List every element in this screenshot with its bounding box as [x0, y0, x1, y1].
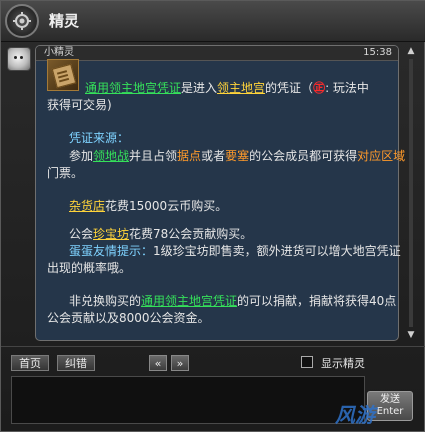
message-line-3: 凭证来源：	[69, 131, 130, 145]
link-treasure-shop[interactable]: 珍宝坊	[93, 227, 129, 241]
link-voucher-2[interactable]: 通用领主地宫凭证	[141, 294, 237, 308]
home-button[interactable]: 首页	[11, 355, 49, 371]
scroll-track[interactable]	[409, 59, 413, 327]
message-time: 15:38	[363, 47, 392, 58]
gear-emblem-icon	[5, 4, 39, 38]
next-page-button[interactable]: »	[171, 355, 189, 371]
message-line-8: 蛋蛋友情提示：1级珍宝坊即售卖，额外进货可以增大地宫凭证	[69, 244, 401, 258]
message-line-9: 出现的概率哦。	[47, 261, 132, 275]
report-button[interactable]: 纠错	[57, 355, 95, 371]
message-line-10: 非兑换购买的通用领主地宫凭证的可以捐献，捐献将获得40点	[69, 294, 397, 308]
window-title: 精灵	[49, 12, 80, 30]
divider	[1, 346, 425, 347]
chat-input[interactable]	[11, 376, 365, 424]
message-sender: 小精灵	[44, 47, 74, 58]
link-voucher[interactable]: 通用领主地宫凭证	[85, 81, 181, 95]
message-scrollbar[interactable]: ▲ ▼	[405, 45, 417, 341]
message-line-4: 参加领地战并且占领据点或者要塞的公会成员都可获得对应区域	[69, 149, 406, 163]
bound-icon: ㊣	[313, 81, 326, 95]
prev-page-button[interactable]: «	[149, 355, 167, 371]
message-line-6: 杂货店花费15000云币购买。	[69, 199, 228, 213]
message-line-2: 获得可交易)	[47, 98, 112, 112]
show-sprite-label: 显示精灵	[321, 357, 365, 370]
sprite-window: 精灵 小精灵 15:38 通用领主地宫凭证是进入领主地宫的凭证（㊣: 玩法中 获…	[0, 0, 425, 432]
sprite-avatar-icon	[7, 47, 31, 71]
message-line-5: 门票。	[47, 166, 84, 180]
link-dungeon[interactable]: 领主地宫	[217, 81, 265, 95]
link-territory-war[interactable]: 领地战	[93, 149, 129, 163]
link-grocery[interactable]: 杂货店	[69, 199, 105, 213]
message-line-1: 通用领主地宫凭证是进入领主地宫的凭证（㊣: 玩法中	[85, 81, 369, 95]
scroll-icon[interactable]	[47, 59, 79, 91]
title-bar[interactable]: 精灵	[1, 1, 425, 42]
watermark-logo: 风游	[335, 403, 375, 427]
message-line-11: 公会贡献以及8000公会资金。	[47, 311, 210, 325]
message-header: 小精灵 15:38	[36, 46, 398, 61]
show-sprite-checkbox[interactable]	[301, 356, 313, 368]
scroll-down-icon[interactable]: ▼	[405, 329, 417, 341]
scroll-up-icon[interactable]: ▲	[405, 45, 417, 57]
message-line-7: 公会珍宝坊花费78公会贡献购买。	[69, 227, 253, 241]
